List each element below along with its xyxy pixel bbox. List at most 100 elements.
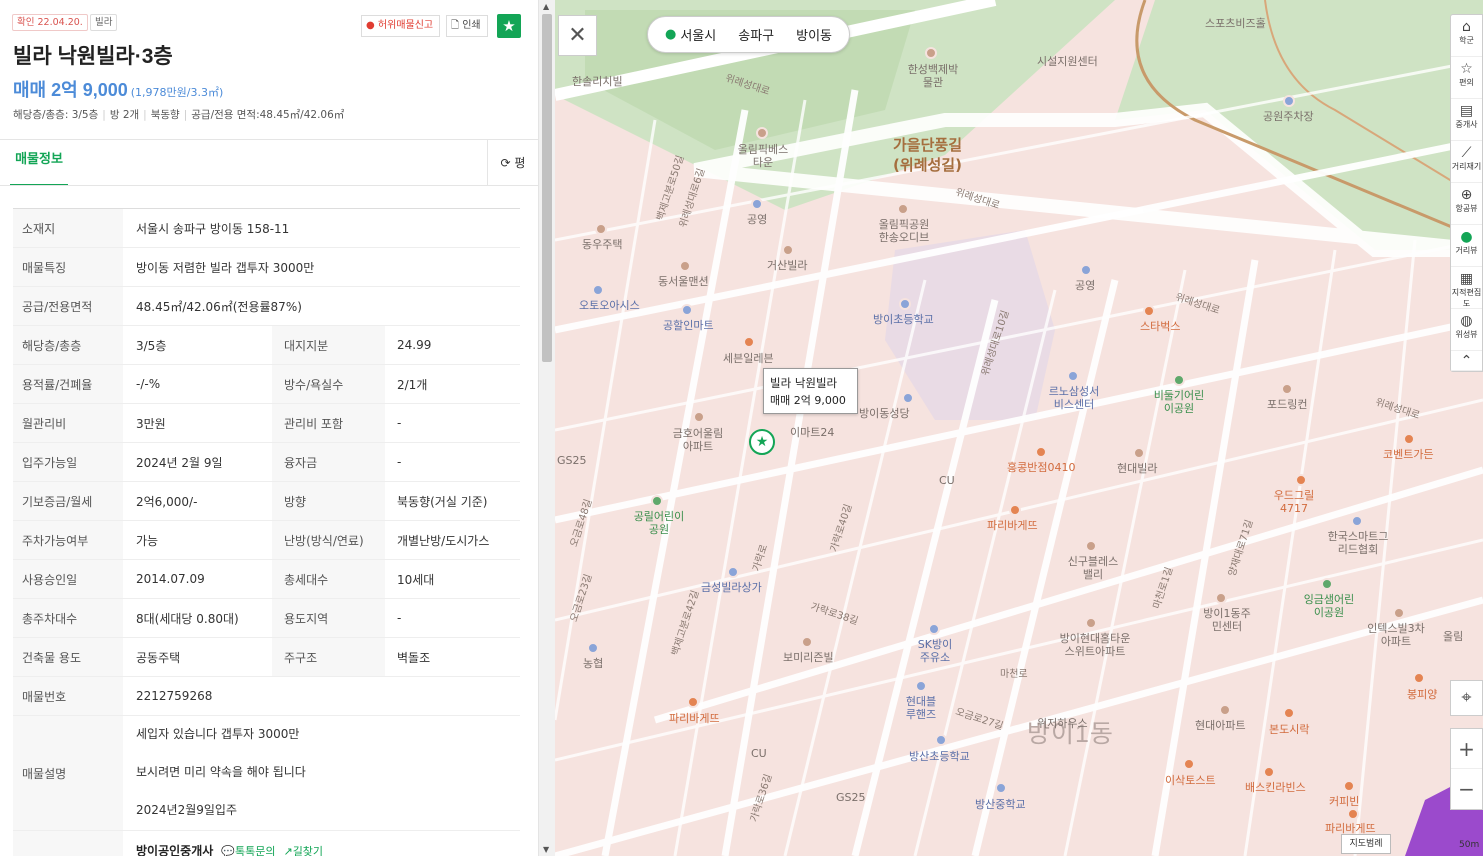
map-place[interactable]: 스포츠비즈홀 (1205, 17, 1266, 30)
collapse-tools-button[interactable]: ⌃ (1451, 351, 1482, 371)
map-place[interactable]: 한성백제박물관 (907, 63, 959, 89)
map-place[interactable]: 방산중학교 (975, 798, 1026, 811)
map-place[interactable]: 코벤트가든 (1383, 448, 1434, 461)
map-place[interactable]: 배스킨라빈스 (1245, 781, 1306, 794)
table-row: 총주차대수 8대(세대당 0.80대) 용도지역 - (13, 599, 520, 638)
map-place[interactable]: 신구블레스밸리 (1063, 555, 1123, 581)
map-place[interactable]: 동서울맨션 (658, 275, 709, 288)
favorite-star-button[interactable]: ★ (497, 14, 521, 38)
map-place[interactable]: 이마트24 (790, 426, 834, 439)
tool-school[interactable]: ⌂ 학군 (1451, 15, 1482, 57)
print-button[interactable]: 🗋 인쇄 (446, 15, 488, 37)
agent-name[interactable]: 방이공인중개사 (136, 842, 213, 856)
map-place[interactable]: 현대아파트 (1195, 719, 1246, 732)
tool-agent[interactable]: ▤ 중개사 (1451, 99, 1482, 141)
map-place[interactable]: 파리바게뜨 (987, 519, 1038, 532)
zoom-out-button[interactable]: − (1451, 769, 1482, 809)
map-place[interactable]: 올림픽베스타운 (735, 143, 791, 169)
map-place[interactable]: 공원주차장 (1263, 110, 1314, 123)
price-per-area: (1,978만원/3.3㎡) (130, 86, 224, 99)
map-place[interactable]: 한솔리치빌 (572, 75, 623, 88)
map-place[interactable]: 르노삼성서비스센터 (1045, 385, 1103, 411)
map-place[interactable]: 커피빈 (1329, 795, 1359, 808)
scroll-up-arrow-icon[interactable]: ▲ (543, 2, 549, 11)
map-place[interactable]: SK방이주유소 (913, 638, 957, 664)
listing-marker-star-icon[interactable]: ★ (749, 429, 775, 455)
route-link[interactable]: ↗길찾기 (283, 843, 323, 856)
breadcrumb-city[interactable]: 서울시 (680, 25, 716, 44)
map-place[interactable]: 우드그릴4717 (1269, 489, 1319, 515)
map-legend-button[interactable]: 지도범례 (1341, 834, 1391, 854)
tool-cadastral[interactable]: ▦ 지적편집도 (1451, 267, 1482, 309)
tool-street-view[interactable]: ● 거리뷰 (1451, 225, 1482, 267)
map-place[interactable]: GS25 (557, 454, 587, 467)
route-icon: ↗ (283, 844, 293, 856)
map-place[interactable]: 현대블루핸즈 (901, 695, 941, 721)
map-place[interactable]: 공영 (747, 213, 767, 226)
map-place[interactable]: 방이초등학교 (873, 313, 934, 326)
tool-ruler[interactable]: ⟋ 거리재기 (1451, 141, 1482, 183)
building-icon (801, 636, 813, 648)
close-map-button[interactable]: ✕ (558, 15, 597, 56)
map-place[interactable]: 보미리즌빌 (783, 651, 834, 664)
map-place[interactable]: 스타벅스 (1140, 320, 1180, 333)
map-place[interactable]: 본도시락 (1269, 723, 1309, 736)
cafe-icon (1343, 780, 1355, 792)
restaurant-icon (1283, 707, 1295, 719)
zoom-in-button[interactable]: + (1451, 729, 1482, 769)
map-place[interactable]: 시설지원센터 (1037, 55, 1098, 68)
map-place[interactable]: 방이현대홈타운스위트아파트 (1057, 632, 1133, 658)
tool-convenience[interactable]: ☆ 편의 (1451, 57, 1482, 99)
map-place[interactable]: 포드링컨 (1267, 398, 1307, 411)
breadcrumb-district[interactable]: 송파구 (738, 25, 774, 44)
feature-value: 방이동 저렴한 빌라 갭투자 3000만 (136, 260, 315, 275)
listing-map-popup[interactable]: 빌라 낙원빌라 매매 2억 9,000 (763, 368, 858, 414)
map-place[interactable]: 방산초등학교 (909, 750, 970, 763)
tab-listing-info[interactable]: 매물정보 (10, 140, 68, 186)
map-place[interactable]: 공할인마트 (663, 319, 714, 332)
unit-toggle-button[interactable]: ⟳ 평 (487, 140, 538, 186)
map-place[interactable]: 오토오아시스 (579, 299, 640, 312)
cafe-icon (1143, 305, 1155, 317)
map-place[interactable]: 위저하우스 (1037, 717, 1088, 730)
tool-satellite[interactable]: ◍ 위성뷰 (1451, 309, 1482, 351)
map-place[interactable]: 공릴어린이공원 (629, 510, 689, 536)
map-place[interactable]: 동우주택 (582, 238, 622, 251)
map-place[interactable]: 인텍스빌3차아파트 (1365, 622, 1427, 648)
map-place[interactable]: 파리바게뜨 (669, 712, 720, 725)
siren-icon: ● (366, 20, 375, 31)
map-place[interactable]: 방이1동주민센터 (1203, 607, 1251, 633)
map-place[interactable]: CU (939, 474, 955, 487)
map-place[interactable]: 잉금샘어린이공원 (1299, 593, 1359, 619)
convenience-store-icon (743, 336, 755, 348)
map-place[interactable]: 비둘기어린이공원 (1149, 389, 1209, 415)
map-place[interactable]: 공영 (1075, 279, 1095, 292)
tool-aerial[interactable]: ⊕ 항공뷰 (1451, 183, 1482, 225)
map-place[interactable]: CU (751, 747, 767, 760)
location-breadcrumb[interactable]: ● 서울시 송파구 방이동 (647, 16, 851, 53)
map-place[interactable]: 금호어울림아파트 (670, 427, 726, 453)
road-label: 마천로 (1000, 669, 1028, 680)
map-place[interactable]: 올림픽공원한송오디브 (875, 218, 933, 244)
map-place[interactable]: 방이동성당 (859, 407, 910, 420)
map-place[interactable]: GS25 (836, 791, 866, 804)
panel-scrollbar[interactable]: ▲ ▼ (538, 0, 555, 856)
breadcrumb-dong[interactable]: 방이동 (796, 25, 832, 44)
map-place[interactable]: 한국스마트그리드협회 (1327, 530, 1389, 556)
chat-inquiry-link[interactable]: 💬톡톡문의 (221, 843, 275, 856)
summary-area: 공급/전용 면적:48.45㎡/42.06㎡ (191, 109, 345, 121)
map-place[interactable]: 금성빌라상가 (701, 581, 762, 594)
map-place[interactable]: 거산빌라 (767, 259, 807, 272)
map-place[interactable]: 현대빌라 (1117, 462, 1157, 475)
scroll-down-arrow-icon[interactable]: ▼ (543, 845, 549, 854)
current-location-button[interactable]: ⌖ (1450, 680, 1483, 716)
map-place[interactable]: 농협 (583, 657, 603, 670)
report-false-listing-button[interactable]: ● 허위매물신고 (361, 15, 441, 37)
map-place[interactable]: 봉피양 (1407, 688, 1437, 701)
map-place[interactable]: 이삭토스트 (1165, 774, 1216, 787)
map-place[interactable]: 홍콩반점0410 (1007, 461, 1075, 474)
map-place[interactable]: 세븐일레븐 (723, 352, 774, 365)
scrollbar-thumb[interactable] (542, 14, 552, 362)
map-place[interactable]: 올림 (1443, 630, 1463, 643)
map-view[interactable]: 위례성대로 백제고분로50길 위례성대로6길 위례성대로 위례성대로 위례성대로… (555, 0, 1483, 856)
